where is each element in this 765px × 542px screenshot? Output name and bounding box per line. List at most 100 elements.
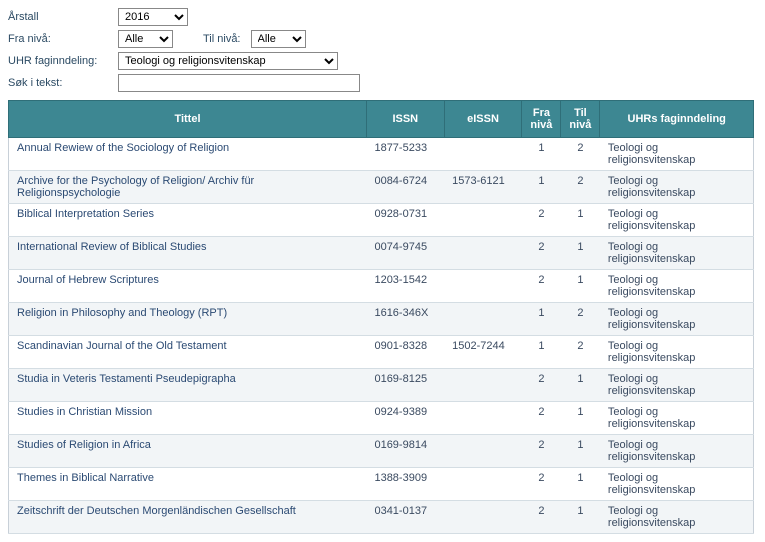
cell-eissn bbox=[444, 270, 522, 303]
cell-fra-niva: 1 bbox=[522, 336, 561, 369]
cell-fra-niva: 2 bbox=[522, 468, 561, 501]
journal-title-link[interactable]: Archive for the Psychology of Religion/ … bbox=[17, 175, 254, 199]
table-row: Themes in Biblical Narrative 1388-3909 21T… bbox=[9, 468, 754, 501]
year-label: Årstall bbox=[8, 11, 118, 23]
cell-til-niva: 1 bbox=[561, 369, 600, 402]
journal-title-link[interactable]: Themes in Biblical Narrative bbox=[17, 472, 154, 484]
cell-fra-niva: 2 bbox=[522, 270, 561, 303]
cell-issn: 1203-1542 bbox=[366, 270, 444, 303]
cell-til-niva: 1 bbox=[561, 237, 600, 270]
cell-til-niva: 1 bbox=[561, 501, 600, 534]
cell-til-niva: 2 bbox=[561, 303, 600, 336]
cell-issn: 0928-0731 bbox=[366, 204, 444, 237]
table-header-row: Tittel ISSN eISSN Fra nivå Til nivå UHRs… bbox=[9, 101, 754, 138]
journal-title-link[interactable]: International Review of Biblical Studies bbox=[17, 241, 207, 253]
cell-issn: 0074-9745 bbox=[366, 237, 444, 270]
search-input[interactable] bbox=[118, 74, 360, 92]
cell-issn: 1388-3909 bbox=[366, 468, 444, 501]
cell-fra-niva: 2 bbox=[522, 435, 561, 468]
search-label: Søk i tekst: bbox=[8, 77, 118, 89]
cell-fag: Teologi og religionsvitenskap bbox=[600, 402, 754, 435]
cell-issn: 0084-6724 bbox=[366, 171, 444, 204]
col-header-fag[interactable]: UHRs faginndeling bbox=[600, 101, 754, 138]
cell-issn: 0901-8328 bbox=[366, 336, 444, 369]
cell-issn: 0169-8125 bbox=[366, 369, 444, 402]
col-header-eissn[interactable]: eISSN bbox=[444, 101, 522, 138]
fra-niva-select[interactable]: Alle bbox=[118, 30, 173, 48]
journal-title-link[interactable]: Biblical Interpretation Series bbox=[17, 208, 154, 220]
cell-til-niva: 2 bbox=[561, 138, 600, 171]
journal-title-link[interactable]: Journal of Hebrew Scriptures bbox=[17, 274, 159, 286]
cell-til-niva: 2 bbox=[561, 171, 600, 204]
table-row: Religion in Philosophy and Theology (RPT… bbox=[9, 303, 754, 336]
cell-til-niva: 1 bbox=[561, 435, 600, 468]
col-header-fra[interactable]: Fra nivå bbox=[522, 101, 561, 138]
cell-fag: Teologi og religionsvitenskap bbox=[600, 468, 754, 501]
cell-til-niva: 1 bbox=[561, 402, 600, 435]
journal-title-link[interactable]: Studies in Christian Mission bbox=[17, 406, 152, 418]
cell-fra-niva: 2 bbox=[522, 237, 561, 270]
cell-eissn: 1502-7244 bbox=[444, 336, 522, 369]
table-row: Studies in Christian Mission 0924-9389 21T… bbox=[9, 402, 754, 435]
table-row: International Review of Biblical Studies… bbox=[9, 237, 754, 270]
journal-title-link[interactable]: Zeitschrift der Deutschen Morgenländisch… bbox=[17, 505, 296, 517]
cell-fra-niva: 2 bbox=[522, 402, 561, 435]
til-niva-select[interactable]: Alle bbox=[251, 30, 306, 48]
cell-fag: Teologi og religionsvitenskap bbox=[600, 369, 754, 402]
table-row: Annual Rewiew of the Sociology of Religi… bbox=[9, 138, 754, 171]
cell-fag: Teologi og religionsvitenskap bbox=[600, 270, 754, 303]
cell-eissn bbox=[444, 303, 522, 336]
cell-til-niva: 1 bbox=[561, 204, 600, 237]
cell-fag: Teologi og religionsvitenskap bbox=[600, 237, 754, 270]
journal-title-link[interactable]: Religion in Philosophy and Theology (RPT… bbox=[17, 307, 227, 319]
cell-fra-niva: 2 bbox=[522, 369, 561, 402]
cell-til-niva: 1 bbox=[561, 468, 600, 501]
table-row: Zeitschrift der Deutschen Morgenländisch… bbox=[9, 501, 754, 534]
cell-fag: Teologi og religionsvitenskap bbox=[600, 138, 754, 171]
cell-fra-niva: 2 bbox=[522, 501, 561, 534]
fag-select[interactable]: Teologi og religionsvitenskap bbox=[118, 52, 338, 70]
cell-issn: 0169-9814 bbox=[366, 435, 444, 468]
col-header-til[interactable]: Til nivå bbox=[561, 101, 600, 138]
cell-til-niva: 2 bbox=[561, 336, 600, 369]
journal-title-link[interactable]: Studia in Veteris Testamenti Pseudepigra… bbox=[17, 373, 236, 385]
year-select[interactable]: 2016 bbox=[118, 8, 188, 26]
cell-eissn bbox=[444, 468, 522, 501]
cell-fra-niva: 1 bbox=[522, 138, 561, 171]
cell-eissn: 1573-6121 bbox=[444, 171, 522, 204]
cell-fag: Teologi og religionsvitenskap bbox=[600, 501, 754, 534]
table-row: Journal of Hebrew Scriptures 1203-1542 21T… bbox=[9, 270, 754, 303]
cell-fra-niva: 1 bbox=[522, 303, 561, 336]
cell-eissn bbox=[444, 138, 522, 171]
cell-fra-niva: 2 bbox=[522, 204, 561, 237]
cell-issn: 1616-346X bbox=[366, 303, 444, 336]
table-row: Biblical Interpretation Series 0928-0731 2… bbox=[9, 204, 754, 237]
cell-eissn bbox=[444, 369, 522, 402]
cell-fra-niva: 1 bbox=[522, 171, 561, 204]
filter-panel: Årstall 2016 Fra nivå: Alle Til nivå: Al… bbox=[8, 8, 757, 92]
til-niva-label: Til nivå: bbox=[203, 33, 241, 45]
cell-fag: Teologi og religionsvitenskap bbox=[600, 171, 754, 204]
table-row: Studia in Veteris Testamenti Pseudepigra… bbox=[9, 369, 754, 402]
cell-issn: 0341-0137 bbox=[366, 501, 444, 534]
fra-niva-label: Fra nivå: bbox=[8, 33, 118, 45]
col-header-issn[interactable]: ISSN bbox=[366, 101, 444, 138]
cell-eissn bbox=[444, 501, 522, 534]
fag-label: UHR faginndeling: bbox=[8, 55, 118, 67]
table-row: Studies of Religion in Africa 0169-9814 21… bbox=[9, 435, 754, 468]
cell-til-niva: 1 bbox=[561, 270, 600, 303]
cell-issn: 0924-9389 bbox=[366, 402, 444, 435]
table-row: Archive for the Psychology of Religion/ … bbox=[9, 171, 754, 204]
journal-title-link[interactable]: Scandinavian Journal of the Old Testamen… bbox=[17, 340, 227, 352]
cell-fag: Teologi og religionsvitenskap bbox=[600, 303, 754, 336]
cell-fag: Teologi og religionsvitenskap bbox=[600, 336, 754, 369]
journal-title-link[interactable]: Studies of Religion in Africa bbox=[17, 439, 151, 451]
table-row: Scandinavian Journal of the Old Testamen… bbox=[9, 336, 754, 369]
cell-eissn bbox=[444, 435, 522, 468]
cell-eissn bbox=[444, 402, 522, 435]
col-header-title[interactable]: Tittel bbox=[9, 101, 367, 138]
cell-eissn bbox=[444, 237, 522, 270]
cell-fag: Teologi og religionsvitenskap bbox=[600, 204, 754, 237]
journal-title-link[interactable]: Annual Rewiew of the Sociology of Religi… bbox=[17, 142, 229, 154]
cell-eissn bbox=[444, 204, 522, 237]
